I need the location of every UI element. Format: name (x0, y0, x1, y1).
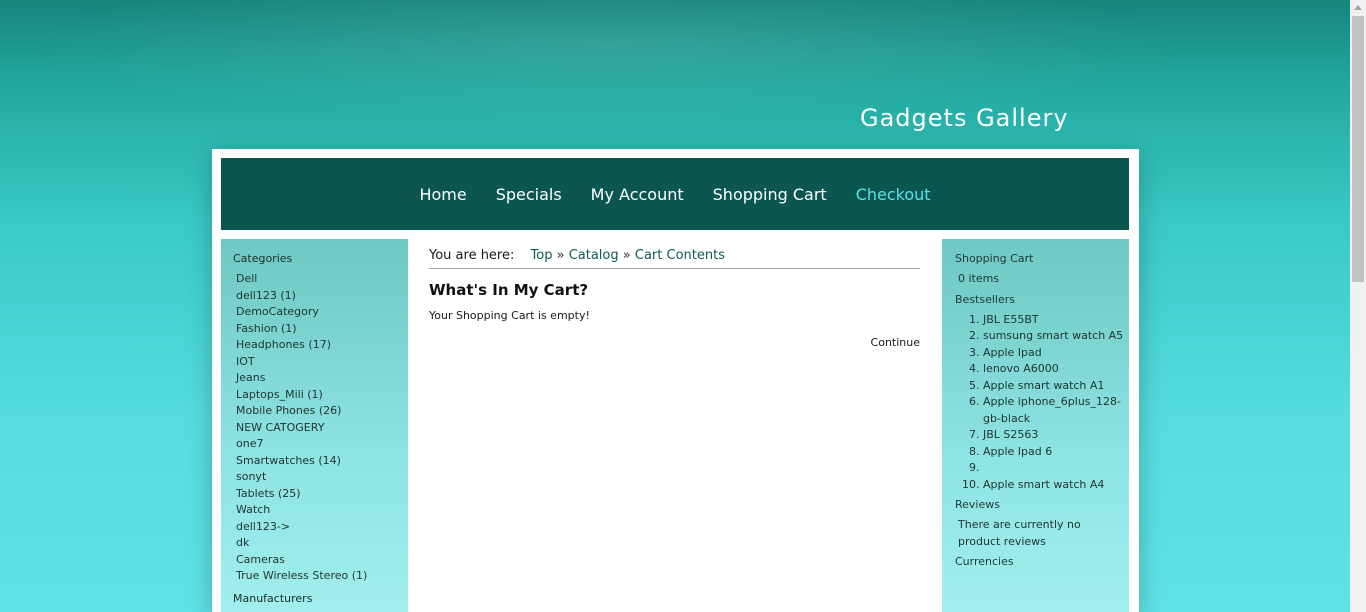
bestseller-link[interactable]: lenovo A6000 (983, 362, 1059, 375)
category-link[interactable]: Cameras (236, 553, 285, 566)
currencies-box: Currencies (955, 554, 1125, 570)
category-link[interactable]: NEW CATOGERY (236, 421, 324, 434)
page-title: What's In My Cart? (429, 281, 589, 299)
bestsellers-heading: Bestsellers (955, 292, 1015, 306)
breadcrumb-label: You are here: (429, 248, 515, 263)
shopping-cart-box: Shopping Cart 0 items (955, 251, 1125, 288)
continue-button[interactable]: Continue (871, 336, 920, 349)
manufacturers-heading: Manufacturers (233, 592, 313, 605)
category-link[interactable]: Watch (236, 503, 270, 516)
category-link[interactable]: Mobile Phones (26) (236, 404, 341, 417)
main-nav: Home Specials My Account Shopping Cart C… (221, 158, 1129, 230)
bestsellers-box: Bestsellers JBL E55BT sumsung smart watc… (955, 292, 1125, 494)
category-link[interactable]: Smartwatches (14) (236, 454, 341, 467)
category-link[interactable]: dell123 (1) (236, 289, 296, 302)
categories-box: Categories Dell dell123 (1) DemoCategory… (233, 251, 403, 585)
category-link[interactable]: IOT (236, 355, 255, 368)
empty-cart-message: Your Shopping Cart is empty! (429, 309, 590, 322)
bestseller-link[interactable]: JBL S2563 (983, 428, 1038, 441)
breadcrumb-top[interactable]: Top (531, 248, 553, 263)
reviews-box: Reviews There are currently no product r… (955, 497, 1125, 550)
bestseller-link[interactable]: Apple smart watch A4 (983, 478, 1104, 491)
continue-row: Continue (429, 336, 920, 349)
breadcrumb-separator: » (556, 248, 565, 263)
categories-heading: Categories (233, 252, 293, 265)
nav-checkout[interactable]: Checkout (856, 185, 931, 204)
bestseller-link[interactable]: Apple Ipad (983, 346, 1042, 359)
category-link[interactable]: dk (236, 536, 249, 549)
cart-item-count: 0 items (958, 272, 1000, 285)
bestseller-link[interactable]: Apple iphone_6plus_128-gb-black (983, 395, 1121, 425)
nav-specials[interactable]: Specials (496, 185, 562, 204)
category-link[interactable]: Dell (236, 272, 257, 285)
category-link[interactable]: dell123-> (236, 520, 290, 533)
site-title: Gadgets Gallery (860, 104, 1069, 132)
reviews-text: There are currently no product reviews (958, 518, 1081, 548)
header-banner (0, 0, 1350, 150)
category-link[interactable]: one7 (236, 437, 263, 450)
breadcrumb-separator: » (622, 248, 631, 263)
shopping-cart-heading[interactable]: Shopping Cart (955, 251, 1125, 267)
breadcrumb: You are here: Top » Catalog » Cart Conte… (429, 248, 920, 269)
breadcrumb-cart-contents[interactable]: Cart Contents (635, 248, 725, 263)
scroll-up-arrow-icon[interactable] (1354, 5, 1362, 10)
category-link[interactable]: Headphones (17) (236, 338, 331, 351)
category-link[interactable]: DemoCategory (236, 305, 319, 318)
bestseller-link[interactable]: Apple smart watch A1 (983, 379, 1104, 392)
nav-shopping-cart[interactable]: Shopping Cart (713, 185, 827, 204)
category-link[interactable]: Jeans (236, 371, 265, 384)
nav-my-account[interactable]: My Account (591, 185, 684, 204)
breadcrumb-catalog[interactable]: Catalog (569, 248, 619, 263)
currencies-heading: Currencies (955, 555, 1014, 568)
categories-list: Dell dell123 (1) DemoCategory Fashion (1… (233, 271, 403, 585)
bestseller-link[interactable]: sumsung smart watch A5 (983, 329, 1123, 342)
bestseller-link[interactable]: Apple Ipad 6 (983, 445, 1052, 458)
category-link[interactable]: Laptops_Mili (1) (236, 388, 323, 401)
category-link[interactable]: True Wireless Stereo (1) (236, 569, 367, 582)
page-frame: Home Specials My Account Shopping Cart C… (212, 149, 1139, 612)
page-scrollbar[interactable] (1350, 0, 1366, 612)
category-link[interactable]: sonyt (236, 470, 266, 483)
manufacturers-box: Manufacturers (233, 591, 312, 607)
nav-home[interactable]: Home (419, 185, 466, 204)
main-content: You are here: Top » Catalog » Cart Conte… (429, 248, 920, 349)
reviews-heading[interactable]: Reviews (955, 497, 1125, 513)
right-boxes: Shopping Cart 0 items Bestsellers JBL E5… (955, 251, 1125, 574)
bestseller-link[interactable] (983, 461, 987, 474)
bestseller-link[interactable]: JBL E55BT (983, 313, 1039, 326)
bestsellers-list: JBL E55BT sumsung smart watch A5 Apple I… (955, 312, 1125, 494)
scrollbar-thumb[interactable] (1352, 16, 1364, 282)
left-column: Categories Dell dell123 (1) DemoCategory… (221, 239, 408, 612)
category-link[interactable]: Fashion (1) (236, 322, 297, 335)
category-link[interactable]: Tablets (25) (236, 487, 301, 500)
right-column: Shopping Cart 0 items Bestsellers JBL E5… (942, 239, 1129, 612)
